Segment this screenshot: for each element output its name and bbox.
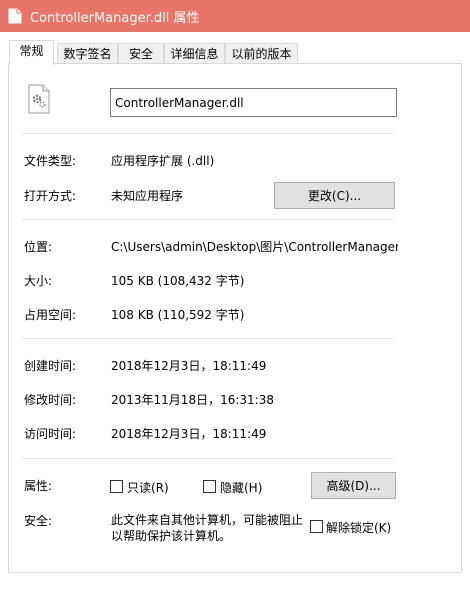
- dll-gear-file-icon: [28, 84, 50, 114]
- location-value: C:\Users\admin\Desktop\图片\ControllerMana…: [111, 240, 398, 254]
- window-title: ControllerManager.dll 属性: [30, 11, 200, 26]
- separator: [22, 219, 393, 220]
- security-label: 安全:: [24, 514, 53, 528]
- file-type-label: 文件类型:: [24, 154, 77, 168]
- tab-previous-versions[interactable]: 以前的版本: [225, 43, 298, 64]
- title-bar[interactable]: ControllerManager.dll 属性: [0, 0, 470, 32]
- separator: [22, 338, 393, 339]
- location-label: 位置:: [24, 240, 53, 254]
- hidden-checkbox[interactable]: [203, 480, 216, 493]
- size-on-disk-value: 108 KB (110,592 字节): [111, 308, 245, 322]
- created-value: 2018年12月3日，18:11:49: [111, 359, 267, 373]
- separator: [22, 458, 393, 459]
- unblock-checkbox-label[interactable]: 解除锁定(K): [326, 519, 391, 536]
- file-icon: [8, 8, 22, 24]
- filename-field[interactable]: [110, 88, 397, 117]
- security-message: 此文件来自其他计算机，可能被阻止 以帮助保护该计算机。: [111, 512, 303, 544]
- readonly-checkbox[interactable]: [110, 480, 123, 493]
- modified-label: 修改时间:: [24, 393, 77, 407]
- security-message-line: 此文件来自其他计算机，可能被阻止: [111, 513, 304, 527]
- accessed-value: 2018年12月3日，18:11:49: [111, 427, 267, 441]
- modified-value: 2013年11月18日，16:31:38: [111, 393, 274, 407]
- size-label: 大小:: [24, 274, 53, 288]
- size-on-disk-label: 占用空间:: [24, 308, 77, 322]
- open-with-value: 未知应用程序: [111, 189, 184, 203]
- change-button[interactable]: 更改(C)...: [274, 182, 395, 209]
- file-type-value: 应用程序扩展 (.dll): [111, 154, 215, 168]
- hidden-checkbox-label[interactable]: 隐藏(H): [220, 479, 262, 496]
- unblock-checkbox[interactable]: [310, 520, 323, 533]
- accessed-label: 访问时间:: [24, 427, 77, 441]
- separator: [22, 133, 393, 134]
- tab-bar: 常规 数字签名 安全 详细信息 以前的版本: [0, 40, 470, 65]
- size-value: 105 KB (108,432 字节): [111, 274, 245, 288]
- attributes-label: 属性:: [24, 479, 53, 493]
- advanced-button[interactable]: 高级(D)...: [311, 472, 396, 499]
- security-message-line: 以帮助保护该计算机。: [111, 529, 232, 543]
- tab-details[interactable]: 详细信息: [164, 43, 225, 64]
- tab-digital-signatures[interactable]: 数字签名: [57, 43, 118, 64]
- tab-security[interactable]: 安全: [118, 43, 164, 64]
- tab-general[interactable]: 常规: [9, 40, 54, 65]
- open-with-label: 打开方式:: [24, 189, 77, 203]
- readonly-checkbox-label[interactable]: 只读(R): [127, 479, 169, 496]
- created-label: 创建时间:: [24, 359, 77, 373]
